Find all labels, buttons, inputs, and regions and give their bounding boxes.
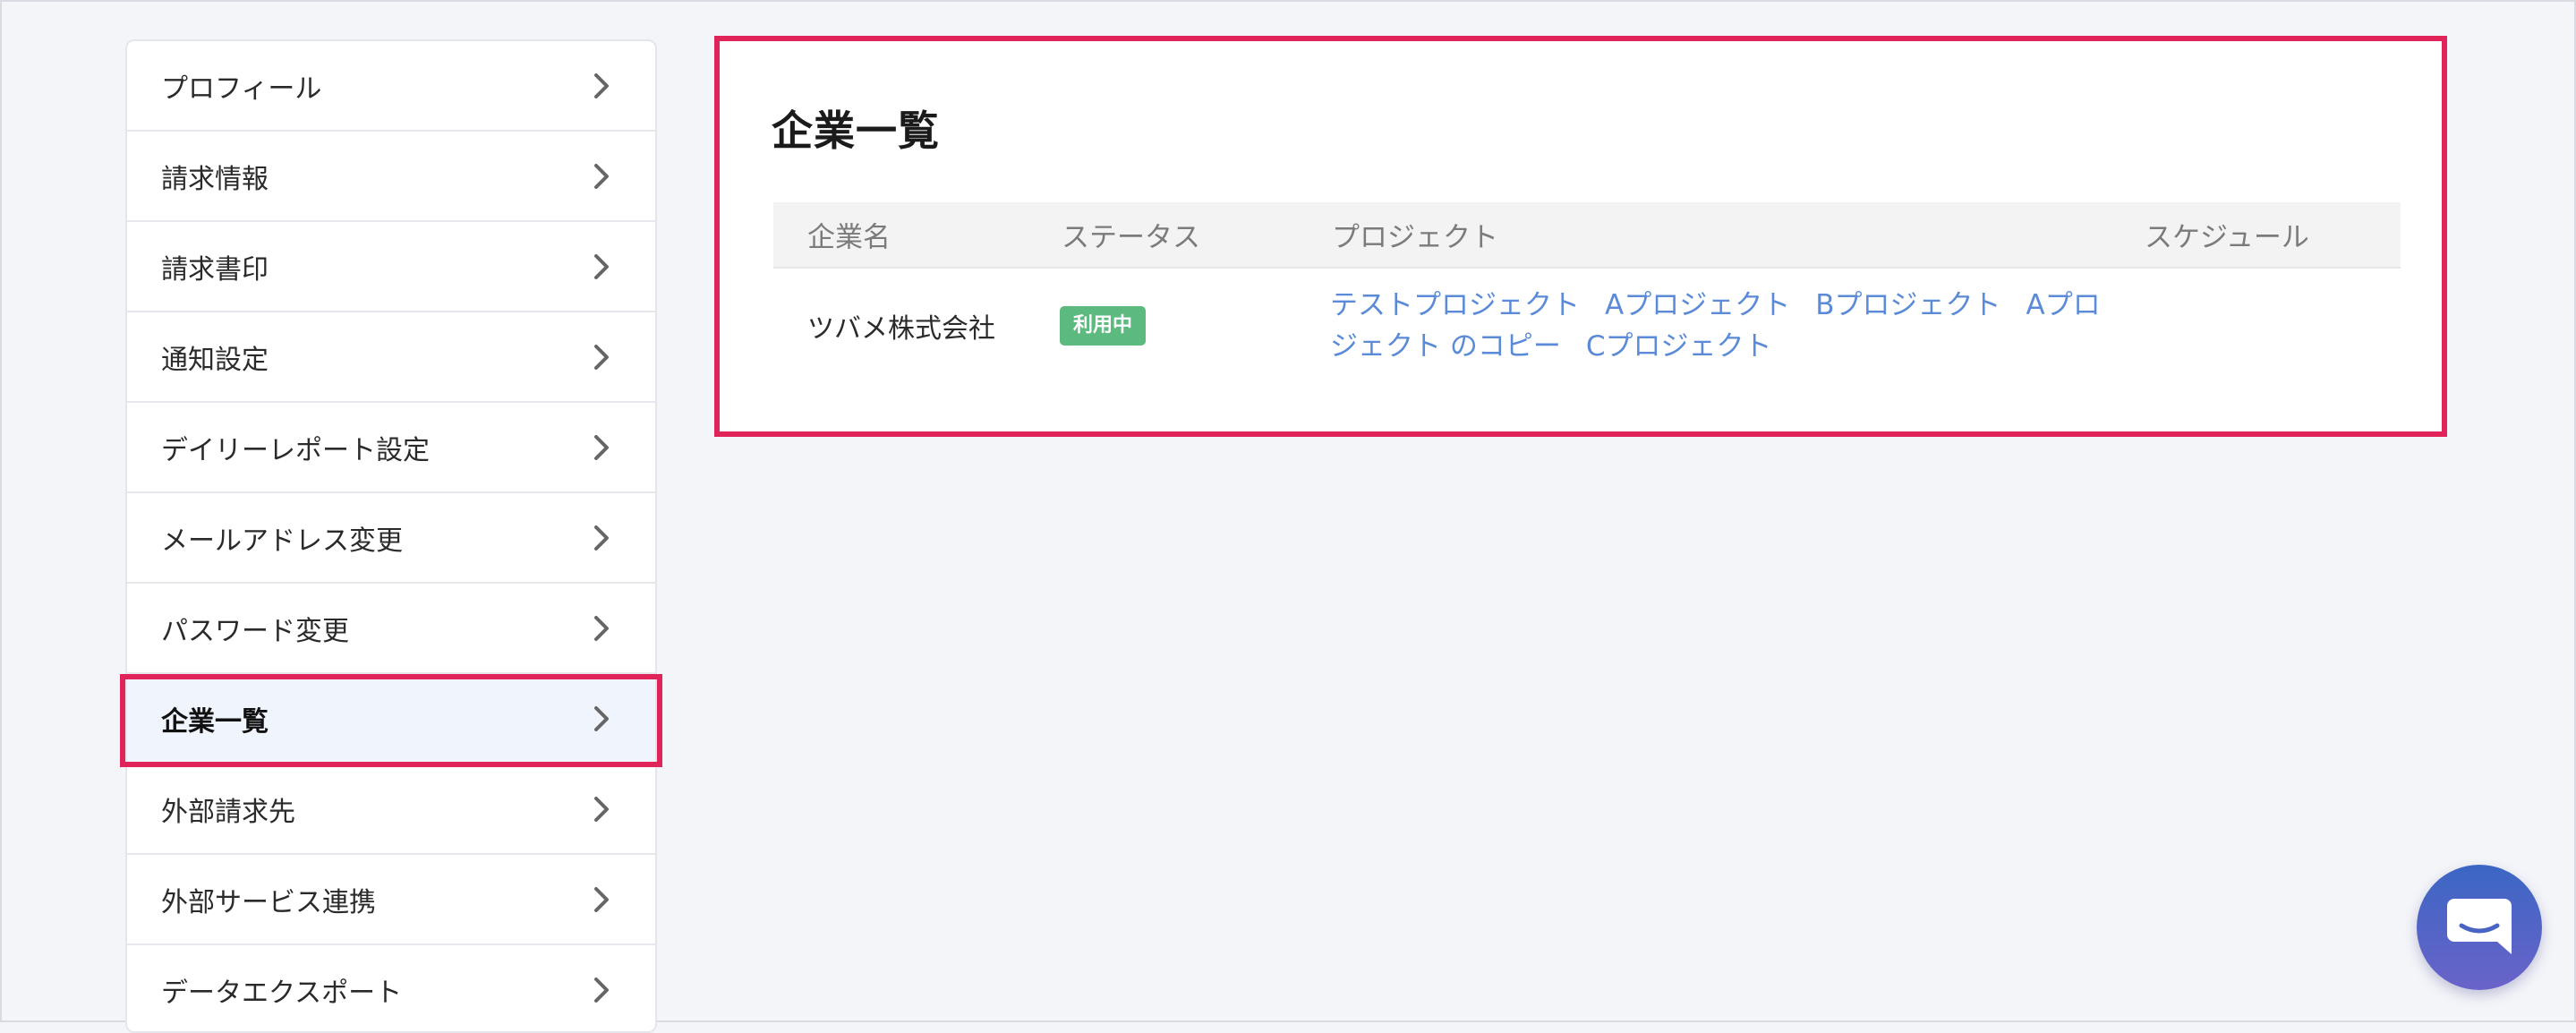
sidebar-item-label: メールアドレス変更 (161, 525, 403, 557)
table-header: 企業名 ステータス プロジェクト スケジュール (773, 202, 2401, 269)
chevron-right-icon (594, 525, 609, 551)
chevron-right-icon (594, 434, 609, 460)
page-title: 企業一覧 (772, 107, 940, 155)
sidebar-item-label: 外部請求先 (161, 796, 295, 828)
project-links: テストプロジェクト Aプロジェクト Bプロジェクト Aプロジェクト のコピー Cプロジェ… (1330, 285, 2127, 367)
chevron-right-icon (594, 163, 609, 189)
sidebar-item-daily-report-settings[interactable]: デイリーレポート設定 (127, 403, 655, 493)
status-badge: 利用中 (1060, 306, 1146, 346)
settings-sidebar: プロフィール 請求情報 請求書印 通知設定 デイリーレポート設定 メールアドレス… (125, 39, 657, 1033)
company-list-card: 企業一覧 企業名 ステータス プロジェクト スケジュール ツバメ株式会社 利用中… (714, 36, 2447, 437)
chevron-right-icon (594, 977, 609, 1003)
sidebar-item-label: デイリーレポート設定 (161, 434, 430, 466)
sidebar-item-label: パスワード変更 (161, 615, 349, 647)
sidebar-item-label: データエクスポート (161, 977, 403, 1009)
sidebar-item-label: プロフィール (161, 73, 322, 105)
sidebar-item-billing-info[interactable]: 請求情報 (127, 132, 655, 222)
sidebar-item-data-export[interactable]: データエクスポート (127, 945, 655, 1031)
column-header-schedule: スケジュール (2145, 221, 2309, 254)
chevron-right-icon (594, 344, 609, 370)
sidebar-item-label: 請求書印 (161, 253, 269, 286)
sidebar-item-label: 外部サービス連携 (161, 886, 376, 918)
chevron-right-icon (594, 253, 609, 279)
chevron-right-icon (594, 886, 609, 912)
sidebar-item-external-services[interactable]: 外部サービス連携 (127, 855, 655, 945)
project-link[interactable]: Aプロジェクト (1605, 289, 1790, 321)
chat-bubble-icon (2447, 899, 2512, 954)
sidebar-item-profile[interactable]: プロフィール (127, 41, 655, 132)
sidebar-item-label: 請求情報 (161, 163, 269, 195)
project-link[interactable]: Cプロジェクト (1586, 330, 1772, 363)
sidebar-item-external-billing[interactable]: 外部請求先 (127, 764, 655, 855)
column-header-company: 企業名 (807, 221, 891, 254)
chat-button[interactable] (2417, 865, 2542, 990)
project-link[interactable]: Bプロジェクト (1815, 289, 2000, 321)
column-header-project: プロジェクト (1332, 221, 1498, 254)
sidebar-item-notification-settings[interactable]: 通知設定 (127, 312, 655, 403)
table-row: ツバメ株式会社 利用中 テストプロジェクト Aプロジェクト Bプロジェクト Aプロジェ… (773, 269, 2401, 385)
column-header-status: ステータス (1062, 221, 1200, 254)
chevron-right-icon (594, 796, 609, 822)
sidebar-item-label: 通知設定 (161, 344, 269, 376)
sidebar-item-email-change[interactable]: メールアドレス変更 (127, 493, 655, 584)
sidebar-item-invoice-seal[interactable]: 請求書印 (127, 222, 655, 312)
chevron-right-icon (594, 705, 609, 731)
chevron-right-icon (594, 615, 609, 641)
sidebar-item-label: 企業一覧 (161, 705, 269, 738)
company-name: ツバメ株式会社 (807, 313, 995, 345)
sidebar-item-password-change[interactable]: パスワード変更 (127, 584, 655, 674)
chevron-right-icon (594, 73, 609, 98)
project-link[interactable]: テストプロジェクト (1330, 289, 1580, 321)
sidebar-item-company-list[interactable]: 企業一覧 (127, 674, 655, 764)
